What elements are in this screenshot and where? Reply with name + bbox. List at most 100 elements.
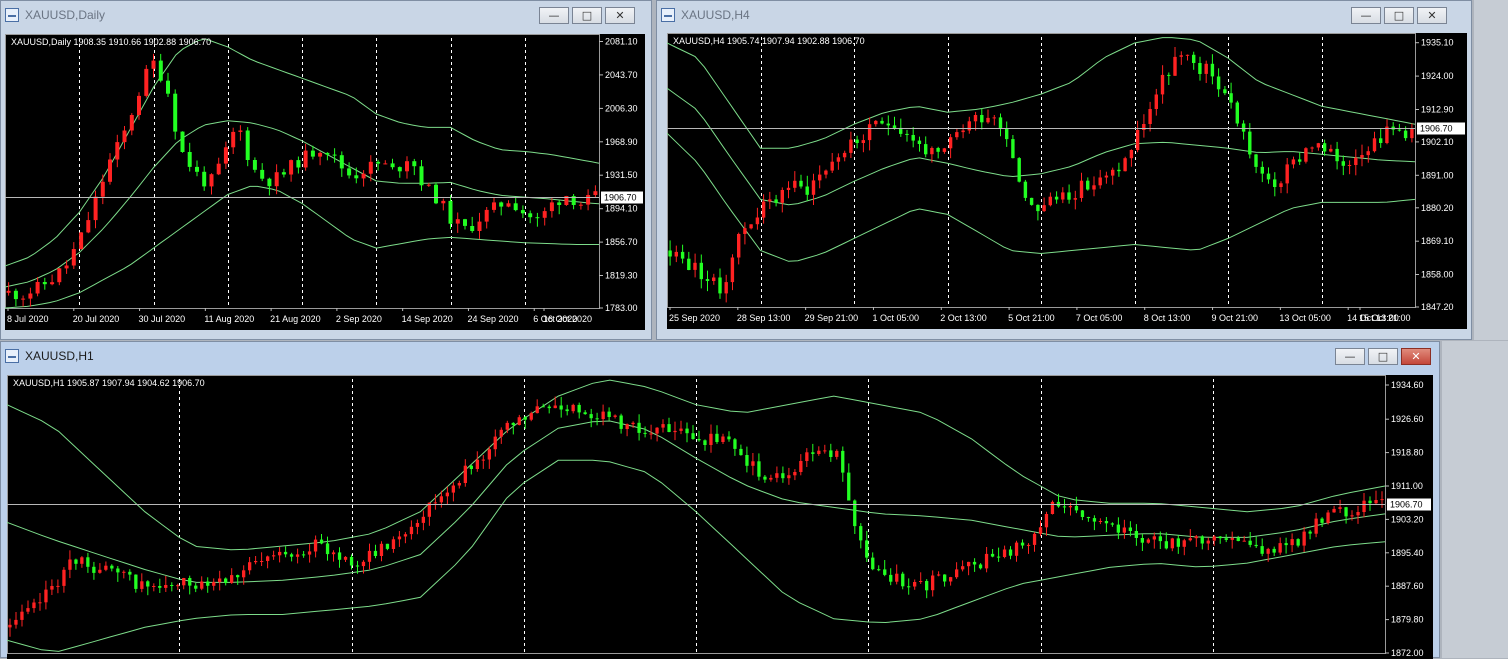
candle-body — [1210, 63, 1215, 77]
current-price-label: 1906.70 — [1420, 124, 1453, 134]
candle-body — [146, 581, 150, 587]
candle-body — [763, 476, 767, 480]
candle-body — [170, 585, 174, 586]
candle-body — [110, 565, 114, 569]
candle-body — [830, 161, 834, 171]
candle-body — [134, 574, 138, 589]
candle-body — [463, 465, 467, 483]
candle-body — [469, 465, 473, 469]
chart-area-h4[interactable]: 1935.10 1924.00 1912.90 1902.10 1891.00 1880.… — [667, 33, 1467, 329]
candle-body — [1182, 540, 1186, 547]
candle-body — [737, 234, 741, 258]
candle-body — [499, 202, 504, 207]
candle-body — [182, 578, 186, 586]
candle-body — [397, 536, 402, 540]
candle-body — [238, 130, 243, 132]
candle-body — [835, 450, 839, 457]
candle-body — [949, 577, 953, 582]
candle-body — [180, 131, 185, 152]
candle-body — [1241, 123, 1246, 132]
candle-body — [158, 586, 162, 588]
x-axis-label: 2 Oct 13:00 — [940, 313, 987, 323]
candle-body — [331, 552, 336, 555]
candle-body — [730, 257, 735, 283]
candle-body — [1098, 177, 1102, 186]
candle-body — [661, 424, 665, 428]
candle-body — [961, 566, 965, 570]
window-h1[interactable]: XAUUSD,H1 — □ ✕ 1934.60 1926.60 1918.80 191… — [0, 341, 1440, 659]
titlebar-h1[interactable]: XAUUSD,H1 — □ ✕ — [1, 342, 1439, 370]
candle-body — [1260, 546, 1264, 554]
candle-body — [948, 137, 953, 149]
candle-body — [528, 213, 533, 218]
candle-body — [571, 404, 575, 412]
candle-body — [780, 190, 784, 203]
window-title: XAUUSD,H1 — [25, 349, 94, 363]
candle-body — [917, 140, 922, 144]
candle-body — [1123, 158, 1127, 172]
candle-body — [1176, 538, 1180, 547]
maximize-button[interactable]: □ — [1368, 348, 1398, 365]
candle-body — [301, 554, 306, 556]
candle-body — [699, 262, 703, 280]
minimize-button[interactable]: — — [1335, 348, 1365, 365]
candle-body — [1135, 130, 1140, 150]
candle-body — [1290, 539, 1294, 546]
chart-area-daily[interactable]: 2081.10 2043.70 2006.30 1968.90 1931.50 1894.… — [5, 34, 645, 330]
candle-body — [685, 428, 689, 434]
candle-body — [1098, 521, 1103, 522]
chart-area-h1[interactable]: 1934.60 1926.60 1918.80 1911.00 1903.20 1895.… — [7, 375, 1433, 659]
candle-body — [487, 449, 491, 460]
candle-body — [1020, 542, 1025, 546]
window-h4[interactable]: XAUUSD,H4 — □ ✕ 1935.10 1924.00 1912.90 190… — [656, 0, 1472, 340]
close-button[interactable]: ✕ — [1417, 7, 1447, 24]
candle-body — [457, 483, 461, 486]
candle-body — [385, 543, 390, 549]
close-button[interactable]: ✕ — [1401, 348, 1431, 365]
candle-body — [1023, 181, 1028, 198]
close-button[interactable]: ✕ — [605, 7, 635, 24]
candle-body — [1173, 56, 1177, 76]
candle-body — [445, 492, 449, 497]
candle-body — [1291, 159, 1296, 165]
candle-body — [245, 130, 250, 160]
candle-body — [1350, 515, 1354, 517]
candle-body — [1385, 126, 1389, 143]
maximize-button[interactable]: □ — [572, 7, 602, 24]
candle-body — [1223, 89, 1227, 94]
candle-body — [1122, 527, 1126, 533]
window-daily[interactable]: XAUUSD,Daily — □ ✕ 2081.10 2043.70 2006.30… — [0, 0, 652, 340]
candle-body — [1029, 197, 1034, 205]
candle-body — [880, 120, 884, 124]
candle-body — [274, 172, 279, 187]
candle-body — [325, 543, 330, 555]
minimize-button[interactable]: — — [1351, 7, 1381, 24]
candle-body — [361, 561, 366, 567]
y-axis-label: 2043.70 — [605, 70, 638, 80]
maximize-button[interactable]: □ — [1384, 7, 1414, 24]
candle-body — [1104, 175, 1109, 178]
candle-body — [194, 585, 198, 589]
candle-body — [781, 473, 785, 479]
candle-body — [38, 602, 42, 604]
candle-body — [116, 568, 120, 573]
candle-body — [986, 117, 990, 123]
candle-body — [757, 461, 761, 477]
titlebar-h4[interactable]: XAUUSD,H4 — □ ✕ — [657, 1, 1471, 29]
minimize-button[interactable]: — — [539, 7, 569, 24]
y-axis-label: 1783.00 — [605, 303, 638, 313]
candle-body — [1374, 500, 1378, 504]
candle-body — [115, 142, 120, 160]
candle-body — [481, 459, 485, 461]
candle-body — [799, 461, 803, 472]
candle-body — [20, 611, 24, 620]
titlebar-daily[interactable]: XAUUSD,Daily — □ ✕ — [1, 1, 651, 29]
candle-body — [1017, 158, 1021, 182]
candle-body — [144, 68, 149, 96]
candle-body — [390, 163, 395, 168]
candle-body — [1134, 531, 1138, 538]
chart-header: XAUUSD,Daily 1908.35 1910.66 1902.88 190… — [11, 37, 212, 47]
candle-body — [749, 224, 753, 229]
candle-body — [1242, 540, 1246, 542]
candle-body — [793, 472, 797, 476]
